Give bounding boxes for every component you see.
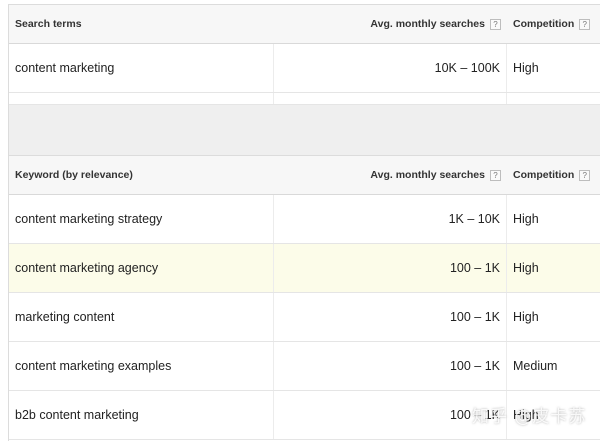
avg-searches-cell: 100 – 1K	[274, 293, 507, 341]
section-divider	[8, 105, 600, 155]
help-icon[interactable]: ?	[579, 169, 591, 181]
keyword-cell: content marketing agency	[9, 244, 274, 292]
spacer-cell	[274, 93, 507, 104]
competition-cell: Medium	[513, 359, 558, 373]
header-search-terms-label: Search terms	[15, 18, 82, 30]
table-row-highlighted[interactable]: content marketing agency 100 – 1K High	[9, 244, 600, 293]
spacer-cell	[9, 93, 274, 104]
competition-cell: High	[513, 261, 539, 275]
keyword-cell: content marketing strategy	[9, 195, 274, 243]
help-icon[interactable]: ?	[579, 18, 591, 30]
keyword-cell: marketing content	[9, 293, 274, 341]
header-keyword-label: Keyword (by relevance)	[15, 169, 133, 181]
header-avg-monthly-searches[interactable]: Avg. monthly searches ?	[274, 156, 507, 194]
header-competition[interactable]: Competition ?	[507, 156, 600, 194]
header-avg-label: Avg. monthly searches	[370, 169, 485, 181]
competition-cell: High	[513, 310, 539, 324]
competition-cell: High	[513, 61, 539, 75]
keyword-cell: content marketing	[9, 44, 274, 92]
help-icon[interactable]: ?	[490, 18, 501, 30]
keyword-cell: content marketing examples	[9, 342, 274, 390]
header-search-terms[interactable]: Search terms	[9, 5, 274, 43]
header-competition[interactable]: Competition ?	[507, 5, 600, 43]
header-competition-label: Competition	[513, 169, 575, 181]
spacer-cell	[507, 93, 600, 104]
header-avg-label: Avg. monthly searches	[370, 18, 485, 30]
table-row[interactable]: content marketing examples 100 – 1K Medi…	[9, 342, 600, 391]
table-footer-spacer	[9, 93, 600, 105]
avg-searches-cell: 10K – 100K	[274, 44, 507, 92]
header-competition-label: Competition	[513, 18, 575, 30]
keyword-ideas-table: Keyword (by relevance) Avg. monthly sear…	[8, 155, 600, 441]
search-terms-header-row: Search terms Avg. monthly searches ? Com…	[9, 5, 600, 44]
watermark: 知乎 @皮卡苏	[472, 407, 587, 427]
help-icon[interactable]: ?	[490, 169, 501, 181]
table-row[interactable]: marketing content 100 – 1K High	[9, 293, 600, 342]
keyword-header-row: Keyword (by relevance) Avg. monthly sear…	[9, 156, 600, 195]
avg-searches-cell: 100 – 1K	[274, 244, 507, 292]
keyword-cell: b2b content marketing	[9, 391, 274, 439]
avg-searches-cell: 1K – 10K	[274, 195, 507, 243]
header-avg-monthly-searches[interactable]: Avg. monthly searches ?	[274, 5, 507, 43]
competition-cell: High	[513, 212, 539, 226]
search-terms-table: Search terms Avg. monthly searches ? Com…	[8, 4, 600, 105]
table-row[interactable]: content marketing strategy 1K – 10K High	[9, 195, 600, 244]
header-keyword-by-relevance[interactable]: Keyword (by relevance)	[9, 156, 274, 194]
avg-searches-cell: 100 – 1K	[274, 342, 507, 390]
table-row[interactable]: content marketing 10K – 100K High	[9, 44, 600, 93]
